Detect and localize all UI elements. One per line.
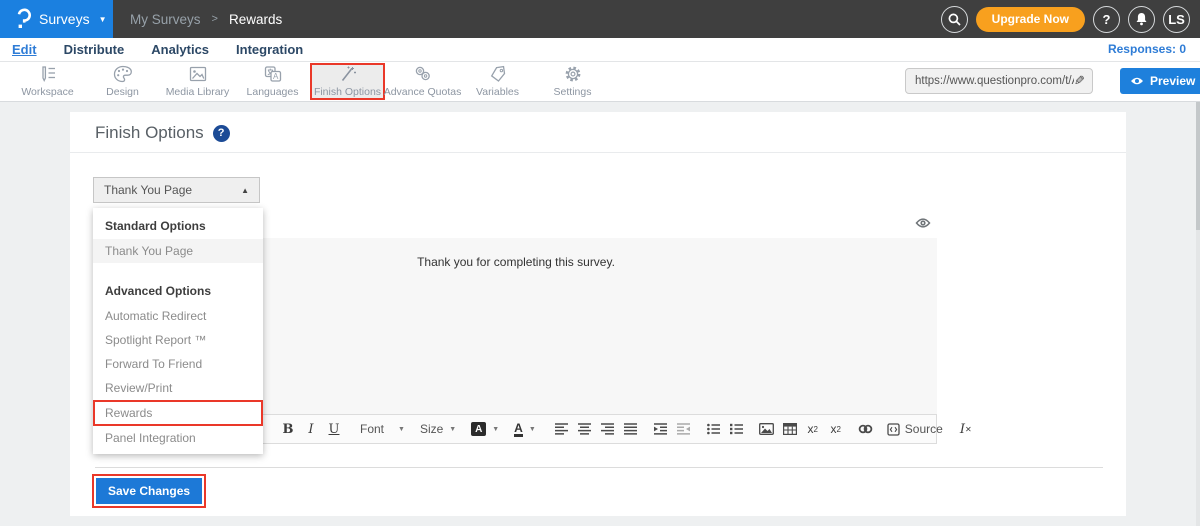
source-doc-icon bbox=[887, 423, 900, 436]
menu-group-advanced: Advanced Options bbox=[93, 269, 263, 304]
toolbar-item-variables[interactable]: Variables bbox=[460, 63, 535, 100]
toolbar-item-design[interactable]: Design bbox=[85, 63, 160, 100]
finish-options-dropdown-menu: Standard Options Thank You Page Advanced… bbox=[93, 208, 263, 454]
indent-button[interactable] bbox=[653, 418, 669, 440]
top-header: Surveys ▼ My Surveys > Rewards Upgrade N… bbox=[0, 0, 1200, 38]
bg-color-icon: A bbox=[471, 422, 486, 436]
font-dropdown[interactable]: Font ▼ bbox=[360, 422, 405, 436]
title-help-icon[interactable]: ? bbox=[213, 125, 230, 142]
text-color-icon: A bbox=[514, 422, 523, 437]
finish-option-select[interactable]: Thank You Page ▲ bbox=[93, 177, 260, 203]
translate-icon: A bbox=[263, 65, 283, 83]
align-left-button[interactable] bbox=[554, 418, 570, 440]
breadcrumb-current: Rewards bbox=[229, 12, 282, 27]
underline-button[interactable]: U bbox=[326, 418, 342, 440]
menu-item-panel-integration[interactable]: Panel Integration bbox=[93, 426, 263, 450]
page-title: Finish Options bbox=[95, 123, 204, 143]
chevron-down-icon: ▼ bbox=[449, 426, 456, 433]
image-icon bbox=[188, 65, 208, 83]
menu-item-forward-to-friend[interactable]: Forward To Friend bbox=[93, 352, 263, 376]
nav-tab-row: Edit Distribute Analytics Integration Re… bbox=[0, 38, 1200, 62]
superscript-button[interactable]: x2 bbox=[828, 418, 844, 440]
survey-toolbar: Workspace Design Media Library A Languag… bbox=[0, 62, 1200, 102]
insert-table-button[interactable] bbox=[782, 418, 798, 440]
search-button[interactable] bbox=[941, 6, 968, 33]
header-actions: Upgrade Now ? LS bbox=[941, 0, 1190, 38]
questionpro-logo-icon bbox=[16, 8, 31, 30]
survey-url-field[interactable]: https://www.questionpro.com/t/AMkGQ ✎ bbox=[905, 68, 1093, 94]
breadcrumb-separator: > bbox=[212, 13, 218, 25]
edit-url-icon[interactable]: ✎ bbox=[1074, 73, 1085, 89]
toolbar-item-workspace[interactable]: Workspace bbox=[10, 63, 85, 100]
justify-button[interactable] bbox=[623, 418, 639, 440]
chevron-up-icon: ▲ bbox=[241, 186, 249, 195]
surveys-product-menu[interactable]: Surveys ▼ bbox=[0, 0, 113, 38]
chain-links-icon bbox=[413, 65, 433, 83]
insert-link-button[interactable] bbox=[858, 418, 874, 440]
help-button[interactable]: ? bbox=[1093, 6, 1120, 33]
bullet-list-button[interactable] bbox=[706, 418, 722, 440]
workspace-icon bbox=[38, 65, 58, 83]
divider bbox=[70, 152, 1126, 153]
tab-distribute[interactable]: Distribute bbox=[64, 42, 125, 57]
gear-icon bbox=[563, 65, 583, 83]
background-color-button[interactable]: A ▼ bbox=[471, 422, 499, 436]
survey-url-value: https://www.questionpro.com/t/AMkGQ bbox=[915, 75, 1074, 87]
chevron-down-icon: ▼ bbox=[99, 15, 107, 24]
magic-wand-icon bbox=[338, 65, 358, 83]
preview-button[interactable]: Preview bbox=[1120, 68, 1200, 94]
tab-integration[interactable]: Integration bbox=[236, 42, 303, 57]
subscript-button[interactable]: x2 bbox=[805, 418, 821, 440]
notifications-button[interactable] bbox=[1128, 6, 1155, 33]
eye-icon bbox=[1130, 76, 1144, 86]
avatar[interactable]: LS bbox=[1163, 6, 1190, 33]
toolbar-item-finish-options[interactable]: Finish Options bbox=[310, 63, 385, 100]
text-color-button[interactable]: A ▼ bbox=[514, 422, 536, 437]
menu-item-rewards[interactable]: Rewards bbox=[95, 402, 261, 424]
bold-button[interactable]: B bbox=[280, 418, 296, 440]
breadcrumb-my-surveys[interactable]: My Surveys bbox=[130, 12, 201, 27]
toolbar-item-media-library[interactable]: Media Library bbox=[160, 63, 235, 100]
size-dropdown[interactable]: Size ▼ bbox=[420, 422, 456, 436]
divider bbox=[95, 467, 1103, 468]
menu-item-thank-you-page[interactable]: Thank You Page bbox=[93, 239, 263, 263]
upgrade-now-button[interactable]: Upgrade Now bbox=[976, 7, 1085, 32]
toolbar-item-settings[interactable]: Settings bbox=[535, 63, 610, 100]
insert-image-button[interactable] bbox=[759, 418, 775, 440]
align-right-button[interactable] bbox=[600, 418, 616, 440]
palette-icon bbox=[113, 65, 133, 83]
remove-format-button[interactable]: I✕ bbox=[958, 418, 974, 440]
chevron-down-icon: ▼ bbox=[398, 426, 405, 433]
toolbar-item-languages[interactable]: A Languages bbox=[235, 63, 310, 100]
menu-item-automatic-redirect[interactable]: Automatic Redirect bbox=[93, 304, 263, 328]
tag-icon bbox=[488, 65, 508, 83]
tab-analytics[interactable]: Analytics bbox=[151, 42, 209, 57]
rewards-highlight: Rewards bbox=[93, 400, 263, 426]
source-button[interactable]: Source bbox=[887, 422, 943, 436]
numbered-list-button[interactable] bbox=[729, 418, 745, 440]
menu-item-review-print[interactable]: Review/Print bbox=[93, 376, 263, 400]
bell-icon bbox=[1135, 12, 1148, 26]
toolbar-item-advance-quotas[interactable]: Advance Quotas bbox=[385, 63, 460, 100]
breadcrumb: My Surveys > Rewards bbox=[130, 0, 282, 38]
nav-tabs: Edit Distribute Analytics Integration bbox=[12, 38, 303, 61]
align-center-button[interactable] bbox=[577, 418, 593, 440]
editor-preview-eye-icon[interactable] bbox=[915, 217, 931, 229]
responses-count[interactable]: Responses: 0 bbox=[1108, 42, 1186, 56]
menu-group-standard: Standard Options bbox=[93, 208, 263, 239]
thank-you-text: Thank you for completing this survey. bbox=[417, 255, 615, 269]
save-changes-button[interactable]: Save Changes bbox=[96, 478, 202, 504]
svg-text:A: A bbox=[273, 72, 279, 81]
tab-edit[interactable]: Edit bbox=[12, 42, 37, 57]
select-value: Thank You Page bbox=[104, 183, 192, 197]
search-icon bbox=[948, 13, 961, 26]
outdent-button[interactable] bbox=[676, 418, 692, 440]
italic-button[interactable]: I bbox=[303, 418, 319, 440]
product-label: Surveys bbox=[39, 11, 90, 27]
menu-item-spotlight-report[interactable]: Spotlight Report ™ bbox=[93, 328, 263, 352]
save-changes-highlight: Save Changes bbox=[92, 474, 206, 508]
